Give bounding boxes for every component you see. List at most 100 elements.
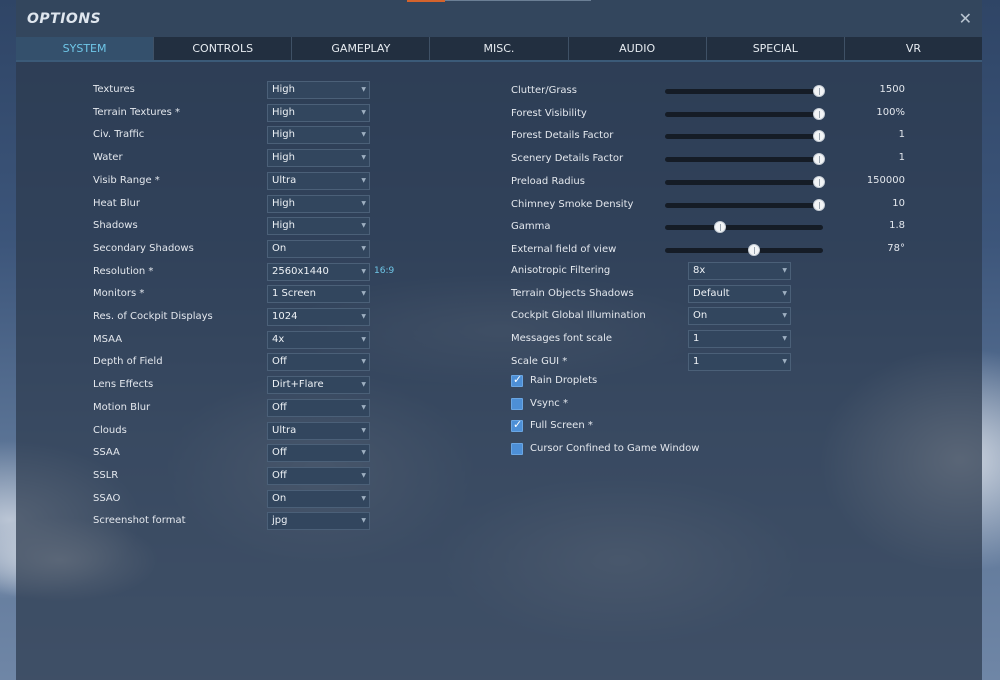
ssao-select[interactable]: On ▼: [267, 489, 370, 508]
slider-handle[interactable]: [813, 85, 825, 97]
vsync-checkbox[interactable]: [511, 397, 523, 410]
slider-track: [665, 111, 823, 117]
cockpit-global-illumination-select[interactable]: On ▼: [688, 307, 791, 326]
tab-misc[interactable]: MISC.: [430, 37, 569, 60]
slider-track: [665, 179, 823, 185]
depth-of-field-select-value: Off: [272, 356, 287, 368]
chevron-down-icon: ▼: [361, 86, 366, 93]
external-field-of-view-slider[interactable]: [665, 243, 825, 257]
scale-gui-select[interactable]: 1 ▼: [688, 352, 791, 371]
checkmark-icon: ✓: [513, 373, 523, 386]
ssaa-select[interactable]: Off ▼: [267, 444, 370, 463]
sslr-label: SSLR: [93, 469, 119, 481]
lens-effects-select[interactable]: Dirt+Flare ▼: [267, 376, 370, 395]
chevron-down-icon: ▼: [361, 108, 366, 116]
chevron-down-icon: ▼: [361, 381, 366, 389]
scenery-details-factor-slider[interactable]: [665, 152, 825, 166]
tab-controls[interactable]: CONTROLS: [154, 37, 293, 60]
sslr-select-value: Off: [272, 469, 287, 481]
clutter-grass-slider[interactable]: [665, 84, 825, 98]
slider-handle[interactable]: [813, 130, 825, 143]
slider-handle[interactable]: [813, 198, 825, 211]
water-label: Water: [93, 152, 123, 164]
tab-vr[interactable]: VR: [845, 37, 982, 60]
depth-of-field-select[interactable]: Off ▼: [267, 353, 370, 372]
water-select-value: High: [272, 152, 295, 164]
gamma-value: 1.8: [889, 220, 905, 232]
ssao-label: SSAO: [93, 492, 121, 504]
resolution-select[interactable]: 2560x1440 ▼: [267, 262, 370, 281]
tab-audio[interactable]: AUDIO: [569, 37, 707, 60]
chevron-down-icon: ▼: [782, 357, 787, 365]
lens-effects-label: Lens Effects: [93, 379, 154, 391]
resolution-label: Resolution *: [93, 265, 154, 277]
window-title: OPTIONS: [27, 11, 102, 27]
full-screen-checkbox[interactable]: ✓: [511, 418, 523, 433]
chevron-down-icon: ▼: [361, 176, 366, 184]
water-select[interactable]: High ▼: [267, 149, 370, 168]
anisotropic-filtering-label: Anisotropic Filtering: [511, 265, 611, 276]
screenshot-format-select[interactable]: jpg ▼: [267, 512, 370, 531]
ssao-select-value: On: [272, 492, 287, 504]
slider-handle[interactable]: [813, 107, 825, 120]
heat-blur-select[interactable]: High ▼: [267, 194, 370, 213]
slider-handle[interactable]: [747, 243, 760, 256]
anisotropic-filtering-select[interactable]: 8x ▼: [688, 262, 791, 280]
tab-gameplay[interactable]: GAMEPLAY: [292, 37, 431, 60]
monitors-select-value: 1 Screen: [272, 288, 316, 300]
tab-special[interactable]: SPECIAL: [707, 37, 845, 60]
res-of-cockpit-displays-select[interactable]: 1024 ▼: [267, 308, 370, 326]
chevron-down-icon: ▼: [361, 335, 366, 343]
terrain-textures-select[interactable]: High ▼: [267, 103, 370, 122]
messages-font-scale-select-value: 1: [693, 333, 700, 345]
textures-select[interactable]: High ▼: [267, 81, 370, 99]
tab-system[interactable]: SYSTEM: [16, 37, 155, 60]
forest-details-factor-slider[interactable]: [665, 129, 825, 143]
rain-droplets-checkbox[interactable]: ✓: [511, 373, 523, 387]
motion-blur-select[interactable]: Off ▼: [267, 398, 370, 417]
chevron-down-icon: ▼: [361, 426, 366, 434]
secondary-shadows-label: Secondary Shadows: [93, 242, 194, 254]
slider-handle[interactable]: [813, 153, 825, 166]
slider-handle[interactable]: [813, 175, 825, 188]
chevron-down-icon: ▼: [361, 358, 366, 366]
ssaa-label: SSAA: [93, 447, 120, 459]
slider-handle[interactable]: [713, 221, 726, 234]
chevron-down-icon: ▼: [361, 290, 366, 298]
msaa-select[interactable]: 4x ▼: [267, 330, 370, 349]
rain-droplets-label: Rain Droplets: [530, 375, 598, 386]
close-icon[interactable]: ✕: [959, 9, 972, 28]
chevron-down-icon: ▼: [361, 199, 366, 207]
visib-range-select[interactable]: Ultra ▼: [267, 171, 370, 190]
anisotropic-filtering-select-value: 8x: [693, 265, 706, 276]
terrain-objects-shadows-select[interactable]: Default ▼: [688, 284, 791, 303]
resolution-select-value: 2560x1440: [272, 265, 329, 277]
cursor-confined-to-game-window-checkbox[interactable]: [511, 443, 523, 456]
gamma-slider[interactable]: [665, 220, 825, 234]
preload-radius-slider[interactable]: [665, 175, 825, 189]
clouds-select[interactable]: Ultra ▼: [267, 421, 370, 440]
msaa-select-value: 4x: [272, 333, 285, 345]
messages-font-scale-select[interactable]: 1 ▼: [688, 330, 791, 349]
visib-range-select-value: Ultra: [272, 174, 297, 186]
forest-details-factor-value: 1: [898, 129, 905, 141]
civ-traffic-select[interactable]: High ▼: [267, 126, 370, 145]
chevron-down-icon: ▼: [782, 335, 787, 343]
monitors-label: Monitors *: [93, 288, 145, 300]
chevron-down-icon: ▼: [361, 267, 366, 275]
chevron-down-icon: ▼: [361, 403, 366, 411]
clutter-grass-label: Clutter/Grass: [511, 85, 577, 96]
terrain-textures-label: Terrain Textures *: [93, 106, 181, 118]
secondary-shadows-select[interactable]: On ▼: [267, 239, 370, 258]
monitors-select[interactable]: 1 Screen ▼: [267, 285, 370, 304]
shadows-select[interactable]: High ▼: [267, 217, 370, 236]
textures-label: Textures: [93, 84, 135, 95]
sslr-select[interactable]: Off ▼: [267, 466, 370, 485]
slider-track: [665, 202, 823, 208]
heat-blur-select-value: High: [272, 197, 295, 209]
terrain-textures-select-value: High: [272, 106, 295, 118]
slider-track: [665, 247, 823, 253]
forest-visibility-slider[interactable]: [665, 107, 825, 121]
chimney-smoke-density-slider[interactable]: [665, 198, 825, 212]
full-screen-label: Full Screen *: [530, 420, 593, 432]
